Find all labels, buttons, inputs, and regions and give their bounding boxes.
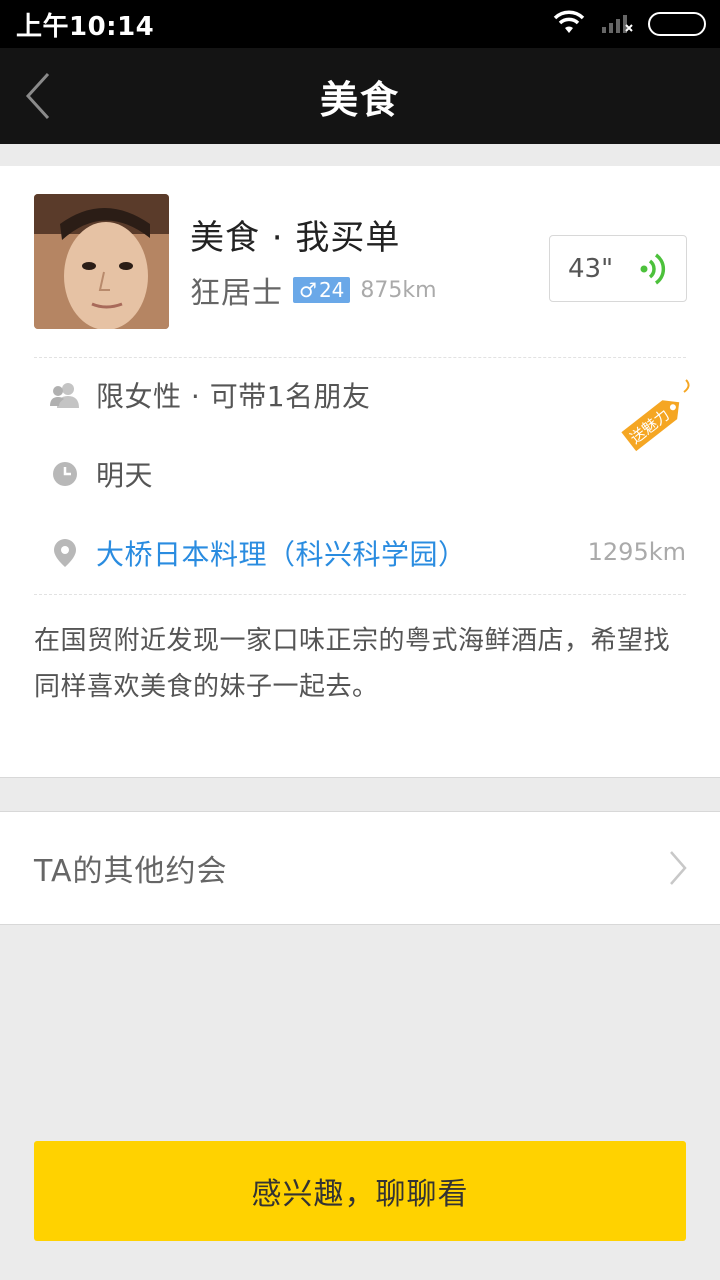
status-icons [552, 9, 706, 39]
location-pin-icon [50, 538, 80, 568]
charm-tag[interactable]: 送魅力 [612, 378, 696, 458]
other-dates-row[interactable]: TA的其他约会 [0, 811, 720, 925]
back-button[interactable] [18, 70, 58, 122]
post-description: 在国贸附近发现一家口味正宗的粤式海鲜酒店，希望找同样喜欢美食的妹子一起去。 [34, 626, 671, 702]
voice-wave-icon [640, 253, 666, 284]
voice-duration: 43" [568, 253, 614, 284]
place-link[interactable]: 大桥日本料理（科兴科学园） [96, 533, 467, 573]
user-distance: 875km [360, 277, 437, 303]
page-title: 美食 [319, 77, 400, 122]
place-distance: 1295km [587, 538, 686, 566]
voice-message-button[interactable]: 43" [549, 235, 687, 302]
battery-icon [648, 12, 706, 36]
place-row[interactable]: 大桥日本料理（科兴科学园） [50, 531, 467, 575]
post-card: 美食 · 我买单 狂居士 ♂ 24 875km 43" 限女性 · 可带1名朋友 [0, 166, 720, 778]
requirement-text: 限女性 · 可带1名朋友 [96, 380, 371, 413]
clock-icon [50, 459, 80, 489]
age-label: 24 [318, 278, 345, 302]
chevron-left-icon [25, 72, 50, 120]
nav-bar: 美食 [0, 48, 720, 144]
user-info: 狂居士 ♂ 24 875km [190, 268, 437, 312]
time-text: 明天 [96, 459, 154, 492]
divider [34, 594, 686, 595]
signal-icon [600, 9, 634, 39]
time-row: 明天 [50, 452, 153, 496]
user-name[interactable]: 狂居士 [190, 268, 283, 312]
male-icon: ♂ [299, 278, 317, 302]
wifi-icon [552, 9, 586, 39]
status-bar: 上午10:14 [0, 0, 720, 48]
gender-age-badge: ♂ 24 [293, 277, 351, 303]
interested-chat-button[interactable]: 感兴趣，聊聊看 [34, 1141, 686, 1241]
status-time: 上午10:14 [16, 11, 155, 42]
chevron-right-icon [670, 851, 687, 885]
people-icon [50, 380, 80, 410]
avatar[interactable] [34, 194, 169, 329]
post-title: 美食 · 我买单 [190, 218, 401, 258]
requirement-row: 限女性 · 可带1名朋友 [50, 373, 371, 417]
other-dates-label: TA的其他约会 [34, 854, 228, 889]
divider [34, 357, 686, 358]
